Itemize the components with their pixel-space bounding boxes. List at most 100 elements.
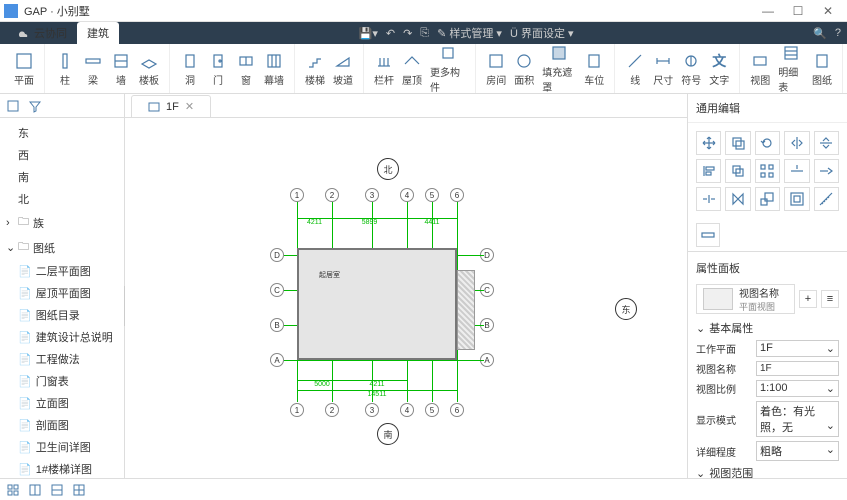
minimize-button[interactable]: — [753,4,783,18]
ribbon-door[interactable]: 门 [204,49,232,89]
ribbon-plane[interactable]: 平面 [10,49,38,89]
dim-top-1: 4211 [297,218,332,226]
panel-icon[interactable] [6,99,20,113]
edit-flip[interactable] [725,187,750,211]
thumbnail-icon [703,288,733,310]
tree-north[interactable]: 北 [0,188,124,210]
edit-measure[interactable] [814,187,839,211]
edit-scale[interactable] [755,187,780,211]
save-icon[interactable]: 💾▾ [359,27,378,40]
ribbon-stair[interactable]: 楼梯 [301,49,329,89]
detail-level-select[interactable]: 粗略 ⌄ [756,441,839,461]
close-tab-icon[interactable]: ✕ [185,100,194,113]
display-mode-select[interactable]: 着色：有光照，无 ⌄ [756,401,839,437]
tree-family-group[interactable]: ›🗀 族 [0,210,124,235]
close-button[interactable]: ✕ [813,4,843,18]
ribbon-roof[interactable]: 屋顶 [398,49,426,89]
ribbon-dimension[interactable]: 尺寸 [649,49,677,89]
tree-draw-6[interactable]: 📄 立面图 [0,392,124,414]
ribbon-beam[interactable]: 梁 [79,49,107,89]
tree-drawings-group[interactable]: ⌄🗀 图纸 [0,235,124,260]
tree-south[interactable]: 南 [0,166,124,188]
tree-draw-1[interactable]: 📄 屋顶平面图 [0,282,124,304]
edit-extend[interactable] [814,159,839,183]
edit-move[interactable] [696,131,721,155]
edit-mirror-h[interactable] [784,131,809,155]
ribbon-parking[interactable]: 车位 [580,49,608,89]
status-grid-icon[interactable] [6,483,20,497]
search-icon[interactable]: 🔍 [813,27,827,40]
add-button[interactable]: + [799,290,817,308]
status-layout2-icon[interactable] [50,483,64,497]
copy-icon[interactable]: ⎘ [420,27,429,40]
ribbon-schedule[interactable]: 明细表 [774,41,808,96]
edit-align[interactable] [696,159,721,183]
ribbon-area[interactable]: 面积 [510,49,538,89]
redo-icon[interactable]: ↷ [403,27,412,40]
work-plane-select[interactable]: 1F ⌄ [756,340,839,357]
tree-draw-4[interactable]: 📄 工程做法 [0,348,124,370]
view-scale-select[interactable]: 1:100 ⌄ [756,380,839,397]
ribbon-fill-mask[interactable]: 填充遮罩 [538,41,580,96]
edit-group[interactable] [784,187,809,211]
tree-east[interactable]: 东 [0,122,124,144]
axis-6b: 6 [450,403,464,417]
tree-draw-7[interactable]: 📄 剖面图 [0,414,124,436]
filter-icon[interactable] [28,99,42,113]
edit-rotate[interactable] [755,131,780,155]
ribbon-curtain-wall[interactable]: 幕墙 [260,49,288,89]
ribbon-railing[interactable]: 栏杆 [370,49,398,89]
axis-5: 5 [425,188,439,202]
tree-draw-8[interactable]: 📄 卫生间详图 [0,436,124,458]
tree-west[interactable]: 西 [0,144,124,166]
list-button[interactable]: ≡ [821,290,839,308]
edit-mirror-v[interactable] [814,131,839,155]
ui-settings-menu[interactable]: Ü 界面设定 ▾ [510,25,574,41]
axis-a: A [270,353,284,367]
tree-draw-2[interactable]: 📄 图纸目录 [0,304,124,326]
edit-copy[interactable] [725,131,750,155]
tree-draw-5[interactable]: 📄 门窗表 [0,370,124,392]
edit-split[interactable] [696,187,721,211]
ribbon-window[interactable]: 窗 [232,49,260,89]
axis-1: 1 [290,188,304,202]
axis-6: 6 [450,188,464,202]
ribbon-floor[interactable]: 楼板 [135,49,163,89]
ribbon-view[interactable]: 视图 [746,49,774,89]
ribbon-room[interactable]: 房间 [482,49,510,89]
ribbon-sheet[interactable]: 图纸 [808,49,836,89]
ribbon-symbol[interactable]: 符号 [677,49,705,89]
canvas-viewport[interactable]: 北 南 东 1 2 3 4 5 6 1 2 3 4 5 6 D C B A D … [125,118,687,478]
edit-offset[interactable] [725,159,750,183]
ribbon-column[interactable]: 柱 [51,49,79,89]
cloud-tab[interactable]: 云协同 [6,22,77,44]
tree-draw-9[interactable]: 📄 1#楼梯详图 [0,458,124,478]
help-icon[interactable]: ? [835,27,841,40]
maximize-button[interactable]: ☐ [783,4,813,18]
edit-trim[interactable] [784,159,809,183]
ribbon-opening[interactable]: 洞 [176,49,204,89]
edit-array[interactable] [755,159,780,183]
view-name-input[interactable]: 1F [756,361,839,376]
prop-header: 属性面板 [688,256,847,280]
status-layout1-icon[interactable] [28,483,42,497]
style-manager-menu[interactable]: ✎ 样式管理 ▾ [437,25,502,41]
ribbon-wall[interactable]: 墙 [107,49,135,89]
ribbon-text[interactable]: 文文字 [705,49,733,89]
ribbon-ramp[interactable]: 坡道 [329,49,357,89]
canvas-tab-1f[interactable]: 1F ✕ [131,95,211,117]
axis-3: 3 [365,188,379,202]
tree-draw-0[interactable]: 📄 二层平面图 [0,260,124,282]
status-layout3-icon[interactable] [72,483,86,497]
ribbon-line[interactable]: 线 [621,49,649,89]
tree-draw-3[interactable]: 📄 建筑设计总说明 [0,326,124,348]
view-icon [148,101,160,113]
section-range[interactable]: ⌄视图范围 [688,463,847,478]
section-basic[interactable]: ⌄基本属性 [688,318,847,338]
undo-icon[interactable]: ↶ [386,27,395,40]
building-tab[interactable]: 建筑 [77,22,119,44]
left-panel: 东 西 南 北 ›🗀 族 ⌄🗀 图纸 📄 二层平面图 📄 屋顶平面图 📄 图纸目… [0,94,125,478]
prop-thumbnail[interactable]: 视图名称 平面视图 [696,284,795,314]
edit-more[interactable] [696,223,720,247]
ribbon-more[interactable]: 更多构件 [426,41,469,96]
